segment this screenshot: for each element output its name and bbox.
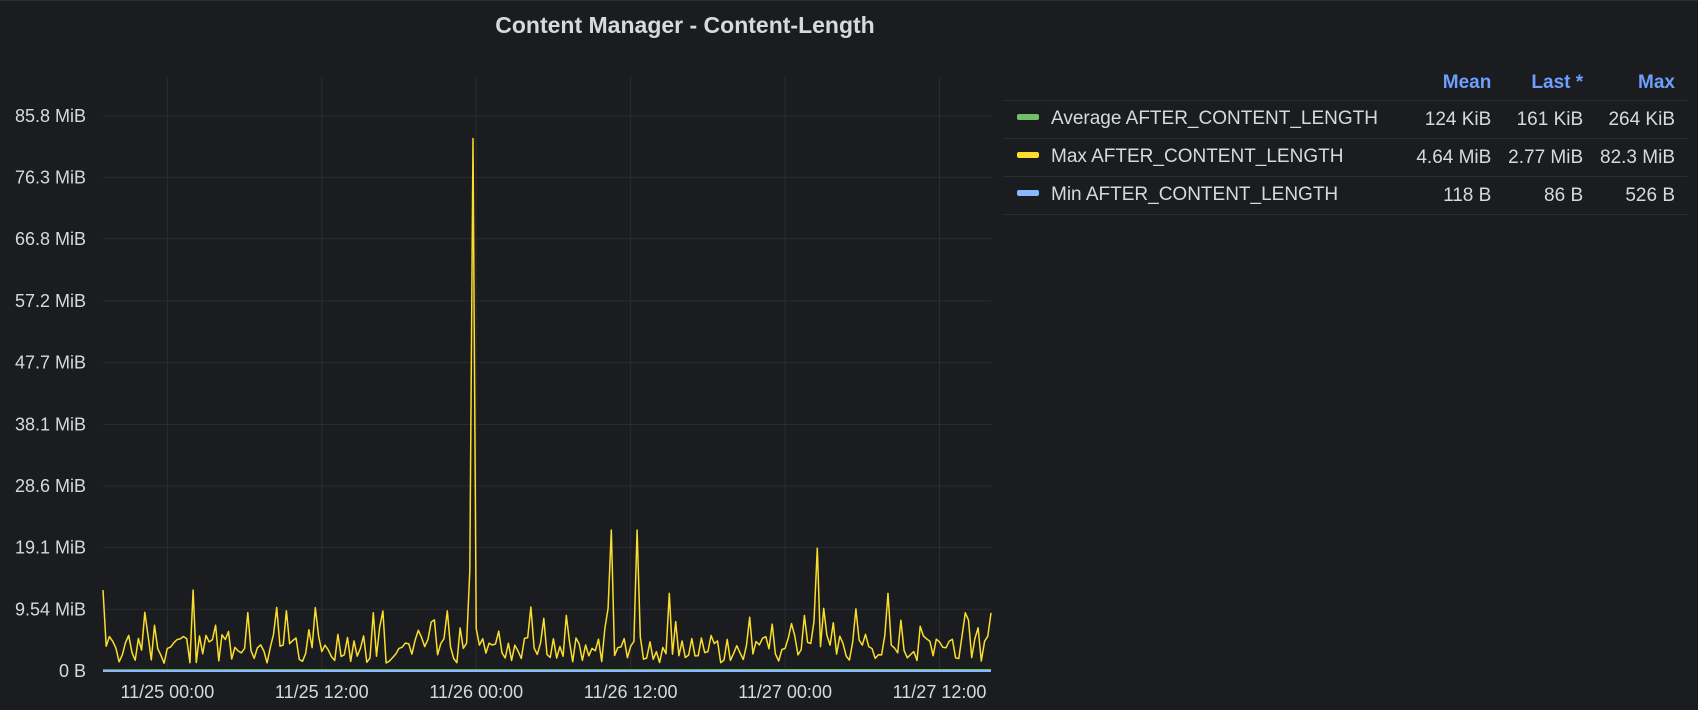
legend-series-cell[interactable]: Average AFTER_CONTENT_LENGTH (1003, 100, 1412, 139)
x-tick-label: 11/25 12:00 (275, 682, 369, 702)
x-tick-label: 11/26 00:00 (429, 682, 523, 702)
y-tick-label: 66.8 MiB (15, 229, 86, 249)
legend-swatch (1017, 152, 1039, 159)
y-tick-label: 19.1 MiB (15, 537, 86, 557)
y-tick-label: 47.7 MiB (15, 352, 86, 372)
legend-max-value: 264 KiB (1595, 100, 1687, 139)
panel-top-border (0, 0, 1698, 1)
x-axis-ticks: 11/25 00:00 11/25 12:00 11/26 00:00 11/26 1… (120, 682, 986, 702)
legend-row[interactable]: Min AFTER_CONTENT_LENGTH 118 B 86 B 526 … (1003, 176, 1687, 215)
legend-last-value: 86 B (1503, 176, 1596, 215)
y-tick-label: 28.6 MiB (15, 476, 86, 496)
legend-mean-value: 118 B (1411, 176, 1504, 215)
y-tick-label: 0 B (59, 661, 86, 681)
legend-series-cell[interactable]: Max AFTER_CONTENT_LENGTH (1003, 138, 1412, 177)
series-line (102, 137, 992, 664)
x-tick-label: 11/25 00:00 (120, 682, 214, 702)
grid (103, 77, 991, 672)
legend-row[interactable]: Average AFTER_CONTENT_LENGTH 124 KiB 161… (1003, 100, 1687, 139)
panel-title[interactable]: Content Manager - Content-Length (0, 12, 1370, 39)
x-tick-label: 11/27 00:00 (738, 682, 832, 702)
y-tick-label: 76.3 MiB (15, 167, 86, 187)
x-tick-label: 11/27 12:00 (893, 682, 987, 702)
time-series-chart[interactable]: 0 B 9.54 MiB 19.1 MiB 28.6 MiB 38.1 MiB 47.7 … (0, 60, 1000, 710)
legend-mean-value: 4.64 MiB (1411, 138, 1504, 177)
legend-series-cell[interactable]: Min AFTER_CONTENT_LENGTH (1003, 176, 1412, 215)
legend: Mean Last * Max Average AFTER_CONTENT_LE… (1003, 66, 1687, 215)
legend-header-max[interactable]: Max (1595, 66, 1687, 101)
legend-max-value: 82.3 MiB (1595, 138, 1687, 177)
legend-last-value: 161 KiB (1503, 100, 1596, 139)
y-tick-label: 85.8 MiB (15, 106, 86, 126)
legend-table: Mean Last * Max Average AFTER_CONTENT_LE… (1003, 66, 1687, 215)
legend-last-value: 2.77 MiB (1503, 138, 1596, 177)
legend-max-value: 526 B (1595, 176, 1687, 215)
legend-series-name[interactable]: Average AFTER_CONTENT_LENGTH (1051, 108, 1378, 129)
legend-row[interactable]: Max AFTER_CONTENT_LENGTH 4.64 MiB 2.77 M… (1003, 138, 1687, 177)
legend-header-last[interactable]: Last * (1503, 66, 1595, 101)
legend-mean-value: 124 KiB (1411, 100, 1504, 139)
x-tick-label: 11/26 12:00 (584, 682, 678, 702)
series-layer (102, 137, 992, 672)
y-tick-label: 9.54 MiB (15, 599, 86, 619)
legend-series-name[interactable]: Min AFTER_CONTENT_LENGTH (1051, 184, 1338, 205)
legend-swatch (1017, 114, 1039, 121)
legend-header-mean[interactable]: Mean (1412, 66, 1504, 101)
legend-series-name[interactable]: Max AFTER_CONTENT_LENGTH (1051, 146, 1343, 167)
y-axis-ticks: 0 B 9.54 MiB 19.1 MiB 28.6 MiB 38.1 MiB 47.7 … (15, 106, 86, 681)
y-tick-label: 38.1 MiB (15, 414, 86, 434)
legend-swatch (1017, 190, 1039, 197)
y-tick-label: 57.2 MiB (15, 291, 86, 311)
legend-header-name (1003, 66, 1412, 101)
